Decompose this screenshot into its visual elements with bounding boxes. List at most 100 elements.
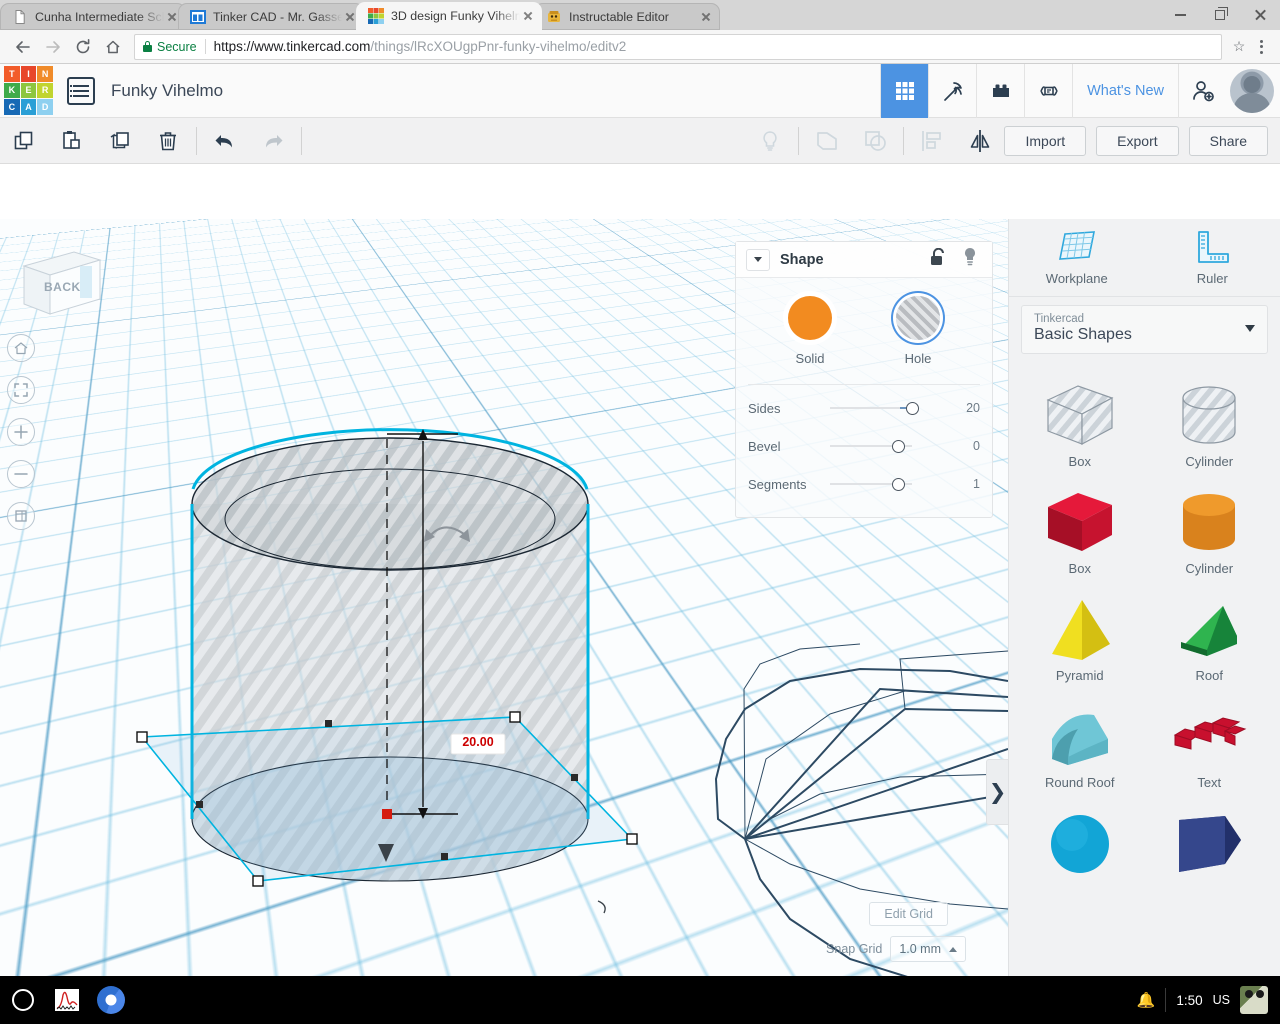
hole-swatch[interactable] [896,296,940,340]
chrome-icon[interactable] [96,985,126,1015]
person-add-icon[interactable] [1178,64,1226,118]
tinkercad-logo[interactable]: T I N K E R C A D [4,66,53,115]
duplicate-icon[interactable] [96,118,144,164]
shape-mode-hole[interactable]: Hole [896,296,940,366]
shape-mode-solid[interactable]: Solid [788,296,832,366]
shape-item-sphere[interactable] [1015,800,1145,886]
paste-icon[interactable] [48,118,96,164]
shape-item-box[interactable]: Box [1015,479,1145,580]
undo-icon[interactable] [201,118,249,164]
slider-track-bevel[interactable] [820,439,942,453]
shape-panel-collapse-button[interactable] [746,249,770,271]
shape-item-roof[interactable]: Roof [1145,586,1275,687]
browser-tab-1[interactable]: Tinker CAD - Mr. Gasser [178,3,364,30]
export-button[interactable]: Export [1096,126,1178,156]
avatar[interactable] [1230,69,1274,113]
pickaxe-icon[interactable] [928,64,976,118]
browser-tab-2[interactable]: 3D design Funky Vihelm [356,2,542,30]
snap-grid-select[interactable]: 1.0 mm [890,936,966,962]
project-menu-icon[interactable] [67,77,95,105]
shape-item-wedge[interactable] [1145,800,1275,886]
back-icon[interactable] [8,32,38,62]
shape-label: Box [1069,454,1091,469]
address-bar[interactable]: Secure https://www.tinkercad.com/things/… [134,34,1222,60]
align-icon[interactable] [908,118,956,164]
shape-library-select[interactable]: Tinkercad Basic Shapes [1021,305,1268,354]
nav-zoom-out-icon[interactable] [7,460,35,488]
slider-knob-sides[interactable] [906,402,919,415]
clock[interactable]: 1:50 [1176,993,1202,1008]
browser-tab-3[interactable]: Instructable Editor [534,3,720,30]
copy-icon[interactable] [0,118,48,164]
panel-collapse-button[interactable]: ❯ [986,759,1008,825]
selected-cylinder-shape[interactable] [120,329,680,949]
logo-letter: E [21,83,37,99]
lightbulb-icon[interactable] [962,247,978,272]
nav-fit-view-icon[interactable] [7,376,35,404]
nav-zoom-in-icon[interactable] [7,418,35,446]
bookmark-star-icon[interactable]: ☆ [1228,38,1250,55]
shape-item-text[interactable]: Text [1145,693,1275,794]
unlock-icon[interactable] [929,248,946,272]
group-icon[interactable] [803,118,851,164]
grid-blocks-icon[interactable] [880,64,928,118]
slider-knob-segments[interactable] [892,478,905,491]
slider-track-segments[interactable] [820,477,942,491]
reload-icon[interactable] [68,32,98,62]
sidebar-tool-ruler[interactable]: Ruler [1145,219,1280,296]
graph-app-icon[interactable] [52,985,82,1015]
window-maximize-button[interactable] [1200,0,1240,30]
notification-bell-icon[interactable]: 🔔 [1137,991,1156,1009]
nav-home-icon[interactable] [7,334,35,362]
tinkercad-icon [368,8,384,24]
solid-swatch[interactable] [788,296,832,340]
tab-close-icon[interactable] [698,9,714,25]
view-cube[interactable]: BACK [18,244,106,322]
slider-knob-bevel[interactable] [892,440,905,453]
chrome-menu-icon[interactable] [1250,40,1272,54]
hole-label: Hole [896,351,940,366]
locale-indicator[interactable]: US [1213,993,1230,1007]
dimension-value[interactable]: 20.00 [451,735,505,749]
edit-grid-button[interactable]: Edit Grid [869,902,948,926]
browser-tab-0[interactable]: Cunha Intermediate Sch [0,3,186,30]
shape-panel-divider [748,384,980,385]
shape-item-cylinder[interactable]: Cylinder [1145,479,1275,580]
toolbar-divider [301,127,302,155]
import-button[interactable]: Import [1004,126,1086,156]
window-close-button[interactable] [1240,0,1280,30]
shape-item-cylinder-hole[interactable]: Cylinder [1145,372,1275,473]
window-minimize-button[interactable] [1160,0,1200,30]
nav-ortho-view-icon[interactable] [7,502,35,530]
text-icon [1167,699,1251,773]
snap-grid-group: Snap Grid 1.0 mm [826,936,966,962]
slider-track-sides[interactable] [820,401,942,415]
home-icon[interactable] [98,32,128,62]
header-right-group: What's New [880,64,1280,118]
lightbulb-icon[interactable] [746,118,794,164]
shape-item-round-roof[interactable]: Round Roof [1015,693,1145,794]
delete-icon[interactable] [144,118,192,164]
snap-grid-label: Snap Grid [826,942,882,956]
share-button[interactable]: Share [1189,126,1268,156]
shapes-sidebar: Workplane Ruler Tinkercad Basic Shapes B… [1008,219,1280,984]
ungroup-icon[interactable] [851,118,899,164]
box-hole-icon [1038,378,1122,452]
panda-avatar[interactable] [1240,986,1268,1014]
codeblocks-icon[interactable] [1024,64,1072,118]
tab-close-icon[interactable] [520,8,536,24]
omnibox-divider [205,39,206,54]
launcher-circle-icon[interactable] [12,989,34,1011]
whats-new-link[interactable]: What's New [1072,64,1178,118]
forward-icon[interactable] [38,32,68,62]
sidebar-tool-workplane[interactable]: Workplane [1009,219,1145,296]
shape-item-pyramid[interactable]: Pyramid [1015,586,1145,687]
mirror-icon[interactable] [956,118,1004,164]
logo-letter: K [4,83,20,99]
shape-mode-row: Solid Hole [736,292,992,376]
slider-row-sides: Sides 20 [736,389,992,427]
redo-icon[interactable] [249,118,297,164]
browser-tab-title: Cunha Intermediate Sch [35,10,164,24]
shape-item-box-hole[interactable]: Box [1015,372,1145,473]
brick-icon[interactable] [976,64,1024,118]
